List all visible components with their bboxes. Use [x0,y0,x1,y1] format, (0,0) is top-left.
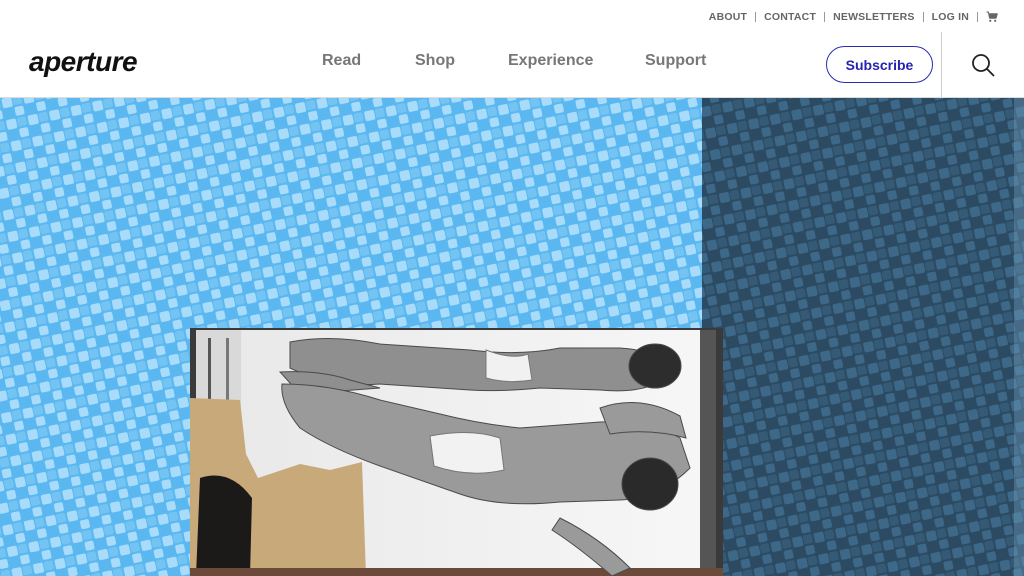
hero-image[interactable] [0,98,1024,576]
utility-nav: ABOUT CONTACT NEWSLETTERS LOG IN [709,10,998,24]
utility-divider [922,12,924,22]
hero-collage [0,98,1024,576]
shopping-cart-icon[interactable] [986,11,998,23]
utility-link-login[interactable]: LOG IN [932,11,969,23]
header-divider [941,32,942,98]
nav-support[interactable]: Support [645,52,706,70]
utility-link-about[interactable]: ABOUT [709,11,747,23]
nav-shop[interactable]: Shop [415,52,455,70]
utility-divider [977,12,978,22]
nav-read[interactable]: Read [322,52,361,70]
aperture-logo[interactable]: aperture [29,44,138,80]
site-header: ABOUT CONTACT NEWSLETTERS LOG IN apertur… [0,0,1024,98]
nav-experience[interactable]: Experience [508,52,593,70]
utility-link-newsletters[interactable]: NEWSLETTERS [833,11,915,23]
subscribe-button[interactable]: Subscribe [826,46,933,83]
utility-divider [755,12,757,22]
utility-divider [824,12,826,22]
utility-link-contact[interactable]: CONTACT [764,11,816,23]
search-icon[interactable] [970,52,996,78]
photo-print [190,328,723,576]
